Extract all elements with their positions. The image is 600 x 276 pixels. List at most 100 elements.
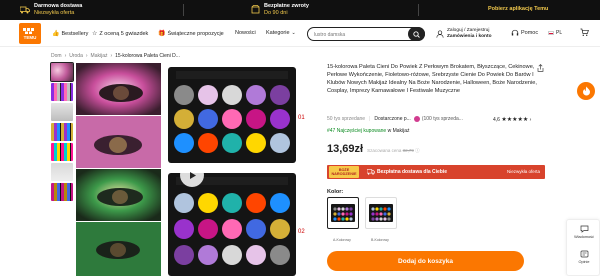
side-widget: Wiadomość Opinie xyxy=(566,219,600,276)
rank-category: w Makijaż xyxy=(387,128,410,134)
thumbnail[interactable] xyxy=(51,183,73,201)
palette-1-label: 01 xyxy=(298,115,305,121)
store-avatar[interactable] xyxy=(413,116,420,122)
nav-categories-label: Kategorie xyxy=(266,30,290,36)
messages-button[interactable]: Wiadomość xyxy=(567,225,600,239)
product-title: 15-kolorowa Paleta Cieni Do Powiek Z Per… xyxy=(327,64,537,94)
bestseller-rank[interactable]: #47 Najczęściej kupowane w Makijaż xyxy=(327,128,410,134)
eyeshadow-pan xyxy=(333,217,337,221)
eyeshadow-pan xyxy=(222,133,242,153)
eyeshadow-pan xyxy=(383,217,387,221)
color-swatch-a[interactable] xyxy=(327,197,359,229)
promo-bar: Darmowa dostawa Niezwykła oferta Bezpłat… xyxy=(0,0,600,20)
eyeshadow-pan xyxy=(198,193,218,213)
eyeshadow-pan xyxy=(246,85,266,105)
nav-categories[interactable]: Kategorie ⌄ xyxy=(266,30,296,36)
share-icon[interactable] xyxy=(537,64,544,74)
free-shipping-banner[interactable]: BOŻE NARODZENIE Bezpłatna dostawa dla Ci… xyxy=(327,165,545,179)
account-orders-label: Zamówienia i konto xyxy=(447,33,492,39)
eyeshadow-pan xyxy=(270,219,290,239)
eyeshadow-pan xyxy=(198,85,218,105)
nav-christmas[interactable]: 🎁 Świąteczne propozycje xyxy=(158,30,224,38)
eyeshadow-pan xyxy=(371,207,375,211)
rating[interactable]: 4,6 ★★★★★ › xyxy=(493,116,531,123)
store-reviews: (100 tys sprzeda... xyxy=(421,116,463,122)
eyeshadow-pan xyxy=(345,212,349,216)
eyeshadow-pan xyxy=(379,207,383,211)
meta-divider: | xyxy=(369,116,371,122)
feedback-icon xyxy=(567,250,600,260)
nav-five-stars[interactable]: ☆ Z oceną 5 gwiazdek xyxy=(92,30,148,38)
download-app-link[interactable]: Pobierz aplikację Temu xyxy=(488,6,548,13)
temu-logo[interactable]: TEMU xyxy=(19,23,41,44)
nav-new[interactable]: Nowości xyxy=(235,30,256,36)
feedback-button[interactable]: Opinie xyxy=(567,250,600,264)
price-row: 13,69zł Szacowana cena 32,79 ⓘ xyxy=(327,143,420,155)
eyeshadow-pan xyxy=(379,217,383,221)
color-swatch-b[interactable] xyxy=(365,197,397,229)
language-selector[interactable]: PL xyxy=(548,30,562,36)
thumbnail[interactable] xyxy=(51,163,73,181)
promo-free-returns-title: Bezpłatne zwroty xyxy=(264,3,309,9)
store-label[interactable]: Dostarczone p... xyxy=(374,116,410,122)
product-meta: 50 tys sprzedane | Dostarczone p... (100… xyxy=(327,116,545,123)
thumbnail[interactable] xyxy=(51,83,73,101)
eyeshadow-pan xyxy=(333,212,337,216)
eyeshadow-pan xyxy=(174,85,194,105)
eyeshadow-pan xyxy=(337,207,341,211)
chevron-down-icon: ⌄ xyxy=(291,30,296,36)
search-bar xyxy=(307,27,425,41)
main-nav: TEMU 👍 Bestsellery ☆ Z oceną 5 gwiazdek … xyxy=(0,20,600,47)
eyeshadow-pan xyxy=(246,245,266,265)
eyeshadow-pan xyxy=(246,219,266,239)
free-returns-promo[interactable]: Bezpłatne zwroty Do 90 dni xyxy=(250,3,309,16)
special-offer-label: Niezwykła oferta xyxy=(506,169,540,174)
eyeshadow-pan xyxy=(270,133,290,153)
rating-stars: ★★★★★ xyxy=(501,116,529,123)
logo-text: TEMU xyxy=(23,35,37,40)
play-video-button[interactable] xyxy=(180,163,204,187)
swatch-b-image xyxy=(369,204,393,222)
free-shipping-promo[interactable]: Darmowa dostawa Niezwykła oferta xyxy=(20,3,82,16)
eyeshadow-pan xyxy=(198,133,218,153)
breadcrumb-home[interactable]: Dom xyxy=(51,53,62,59)
sold-count: 50 tys sprzedane xyxy=(327,116,366,122)
thumbnail[interactable] xyxy=(51,123,73,141)
breadcrumb-makeup[interactable]: Makijaż xyxy=(91,53,108,59)
estimated-price-value: 32,79 xyxy=(402,148,414,153)
account-menu[interactable]: Zaloguj / Zarejestruj Zamówienia i konto xyxy=(436,28,492,39)
eyeshadow-pan xyxy=(333,207,337,211)
eyeshadow-pan xyxy=(198,219,218,239)
account-login-label: Zaloguj / Zarejestruj xyxy=(447,28,490,33)
nav-bestsellery[interactable]: 👍 Bestsellery xyxy=(52,30,88,38)
page: Darmowa dostawa Niezwykła oferta Bezpłat… xyxy=(0,0,600,276)
eyeshadow-pan xyxy=(379,212,383,216)
headset-icon xyxy=(511,29,519,36)
rating-value: 4,6 xyxy=(493,116,500,123)
color-label: Kolor: xyxy=(327,189,344,195)
free-shipping-label: Bezpłatna dostawa dla Ciebie xyxy=(377,169,448,175)
thumbnail[interactable] xyxy=(51,143,73,161)
eyeshadow-pan xyxy=(387,217,391,221)
search-input[interactable] xyxy=(314,31,404,38)
thumbnail[interactable] xyxy=(51,103,73,121)
eyeshadow-pan xyxy=(246,133,266,153)
eyeshadow-pan xyxy=(174,133,194,153)
eyeshadow-pan xyxy=(174,109,194,129)
thumbnail[interactable] xyxy=(50,62,74,82)
eyeshadow-pan xyxy=(222,193,242,213)
cart-button[interactable] xyxy=(580,28,589,39)
product-main-image[interactable]: 01 02 xyxy=(76,63,305,276)
eyeshadow-pan xyxy=(270,85,290,105)
add-to-cart-button[interactable]: Dodaj do koszyka xyxy=(327,251,524,271)
eyeshadow-pan xyxy=(349,217,353,221)
truck-icon xyxy=(20,5,30,15)
promo-free-shipping-title: Darmowa dostawa xyxy=(34,3,83,9)
eyeshadow-pan xyxy=(375,207,379,211)
breadcrumb-beauty[interactable]: Uroda xyxy=(69,53,83,59)
help-link[interactable]: Pomoc xyxy=(511,29,538,37)
search-button[interactable] xyxy=(408,27,425,41)
flame-icon[interactable] xyxy=(577,82,595,100)
play-icon xyxy=(189,171,196,179)
info-icon[interactable]: ⓘ xyxy=(415,148,420,153)
